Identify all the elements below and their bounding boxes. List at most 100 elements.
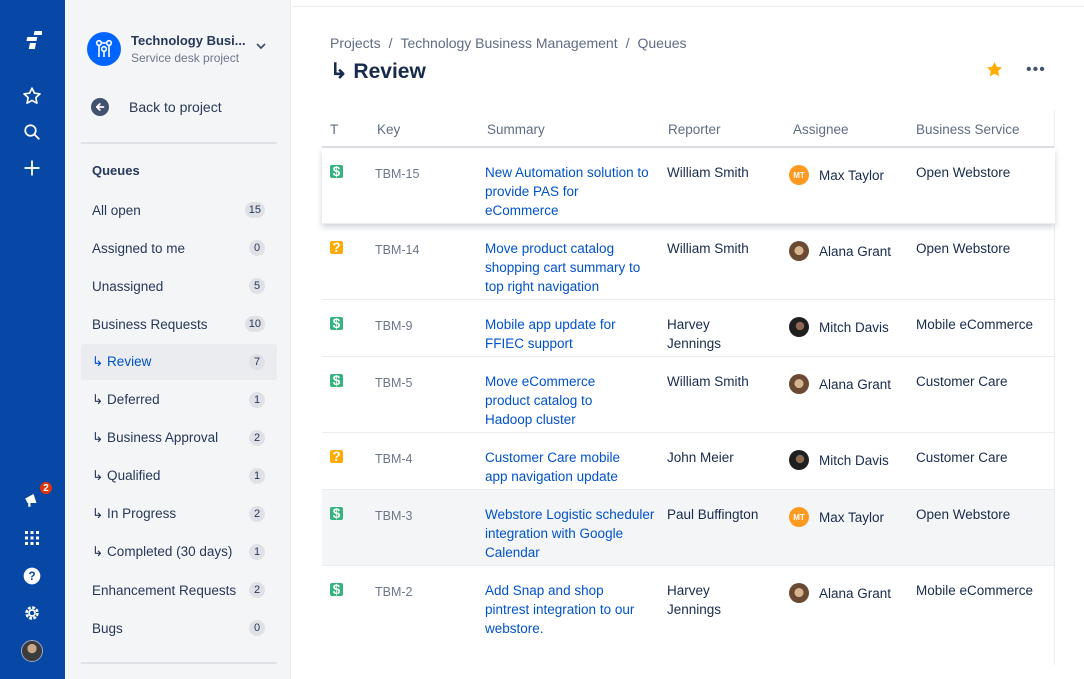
queue-count-badge: 0 (249, 240, 265, 256)
table-row[interactable]: ? TBM-4 Customer Care mobile app navigat… (322, 433, 1055, 490)
queue-item-assigned-to-me[interactable]: Assigned to me 0 (81, 230, 277, 266)
queue-label: ↳ Deferred (92, 392, 160, 407)
type-idea-icon: ? (330, 449, 343, 464)
issue-assignee[interactable]: Mitch Davis (789, 317, 889, 337)
issue-summary-link[interactable]: New Automation solution to provide PAS f… (485, 163, 655, 220)
business-service: Customer Care (916, 450, 1008, 465)
column-header-business-service[interactable]: Business Service (916, 122, 1020, 137)
breadcrumb-projects[interactable]: Projects (330, 35, 381, 51)
issue-assignee[interactable]: Alana Grant (789, 583, 891, 603)
queue-count-badge: 0 (249, 620, 265, 636)
table-row[interactable]: $ TBM-3 Webstore Logistic scheduler inte… (322, 490, 1055, 566)
issue-assignee[interactable]: Alana Grant (789, 374, 891, 394)
issue-key[interactable]: TBM-15 (375, 165, 419, 184)
issue-reporter: Harvey Jennings (667, 317, 722, 351)
issue-reporter: William Smith (667, 241, 749, 256)
assignee-avatar (789, 583, 809, 603)
more-actions-button[interactable]: ••• (1026, 62, 1046, 78)
assignee-name: Max Taylor (819, 167, 885, 183)
table-row[interactable]: $ TBM-15 New Automation solution to prov… (322, 148, 1055, 224)
queue-label: Unassigned (92, 278, 164, 294)
assignee-avatar: MT (789, 165, 809, 185)
favorite-star-icon[interactable] (985, 60, 1004, 79)
assignee-avatar (789, 450, 809, 470)
queue-count-badge: 1 (249, 468, 265, 484)
table-header: T Key Summary Reporter Assignee Business… (322, 110, 1055, 148)
table-row[interactable]: $ TBM-5 Move eCommerce product catalog t… (322, 357, 1055, 433)
help-icon[interactable]: ? (20, 564, 44, 588)
queue-count-badge: 1 (249, 392, 265, 408)
svg-text:?: ? (28, 570, 35, 583)
jira-logo-icon[interactable] (20, 28, 44, 52)
app-switcher-icon[interactable] (20, 526, 44, 550)
type-service-request-icon: $ (330, 164, 343, 179)
issue-assignee[interactable]: Mitch Davis (789, 450, 889, 470)
breadcrumb-project[interactable]: Technology Business Management (400, 35, 617, 51)
issue-assignee[interactable]: MT Max Taylor (789, 165, 884, 185)
table-row[interactable]: ? TBM-14 Move product catalog shopping c… (322, 224, 1055, 300)
assignee-name: Mitch Davis (819, 319, 889, 335)
column-header-reporter[interactable]: Reporter (668, 122, 721, 137)
queue-item-enhancement-requests[interactable]: Enhancement Requests 2 (81, 572, 277, 608)
breadcrumb-separator: / (388, 35, 393, 51)
search-icon[interactable] (20, 120, 44, 144)
sidebar-divider (81, 662, 277, 664)
queue-item-deferred[interactable]: ↳ Deferred 1 (81, 382, 277, 418)
breadcrumb-queues[interactable]: Queues (638, 35, 687, 51)
queue-label: ↳ Completed (30 days) (92, 544, 233, 559)
type-service-request-icon: $ (330, 373, 343, 388)
table-row[interactable]: $ TBM-9 Mobile app update for FFIEC supp… (322, 300, 1055, 357)
issue-summary-link[interactable]: Add Snap and shop pintrest integration t… (485, 581, 650, 638)
business-service: Open Webstore (916, 507, 1011, 522)
queue-label: Assigned to me (92, 240, 186, 256)
queue-item-all-open[interactable]: All open 15 (81, 192, 277, 228)
queue-count-badge: 5 (249, 278, 265, 294)
queue-item-business-requests[interactable]: Business Requests 10 (81, 306, 277, 342)
back-to-project-link[interactable]: Back to project (91, 94, 222, 120)
queue-item-bugs[interactable]: Bugs 0 (81, 610, 277, 646)
queue-item-completed[interactable]: ↳ Completed (30 days) 1 (81, 534, 277, 570)
queue-item-in-progress[interactable]: ↳ In Progress 2 (81, 496, 277, 532)
queue-item-business-approval[interactable]: ↳ Business Approval 2 (81, 420, 277, 456)
issue-summary-link[interactable]: Move eCommerce product catalog to Hadoop… (485, 372, 625, 429)
issue-summary-link[interactable]: Webstore Logistic scheduler integration … (485, 505, 655, 562)
queue-item-unassigned[interactable]: Unassigned 5 (81, 268, 277, 304)
breadcrumb-separator: / (625, 35, 630, 51)
issue-summary-link[interactable]: Customer Care mobile app navigation upda… (485, 448, 645, 486)
project-switcher[interactable]: Technology Busi... Service desk project (85, 28, 275, 70)
column-header-type[interactable]: T (330, 122, 338, 137)
user-avatar[interactable] (21, 640, 43, 662)
issue-key[interactable]: TBM-4 (375, 450, 413, 469)
column-header-assignee[interactable]: Assignee (793, 122, 849, 137)
assignee-name: Alana Grant (819, 243, 892, 259)
issue-key[interactable]: TBM-9 (375, 317, 413, 336)
issue-summary-link[interactable]: Move product catalog shopping cart summa… (485, 239, 655, 296)
column-header-key[interactable]: Key (377, 122, 400, 137)
column-header-summary[interactable]: Summary (487, 122, 545, 137)
create-plus-icon[interactable] (20, 156, 44, 180)
type-idea-icon: ? (330, 240, 343, 255)
settings-gear-icon[interactable] (20, 601, 44, 625)
issue-key[interactable]: TBM-5 (375, 374, 413, 393)
queues-heading: Queues (92, 163, 140, 178)
issue-key[interactable]: TBM-3 (375, 507, 413, 526)
queue-count-badge: 2 (249, 430, 265, 446)
issue-assignee[interactable]: MT Max Taylor (789, 507, 884, 527)
queue-count-badge: 15 (244, 202, 265, 218)
star-outline-icon[interactable] (20, 84, 44, 108)
issue-assignee[interactable]: Alana Grant (789, 241, 891, 261)
queue-item-review[interactable]: ↳ Review 7 (81, 344, 277, 380)
table-row[interactable]: $ TBM-2 Add Snap and shop pintrest integ… (322, 566, 1055, 642)
queue-item-qualified[interactable]: ↳ Qualified 1 (81, 458, 277, 494)
issues-table: T Key Summary Reporter Assignee Business… (322, 110, 1055, 642)
assignee-avatar (789, 241, 809, 261)
issue-key[interactable]: TBM-2 (375, 583, 413, 602)
issue-key[interactable]: TBM-14 (375, 241, 419, 260)
back-to-project-label: Back to project (129, 99, 222, 115)
queue-label: Bugs (92, 620, 123, 636)
issue-summary-link[interactable]: Mobile app update for FFIEC support (485, 315, 655, 353)
business-service: Mobile eCommerce (916, 583, 1034, 598)
type-service-request-icon: $ (330, 582, 343, 597)
project-name: Technology Busi... (131, 33, 246, 48)
type-service-request-icon: $ (330, 316, 343, 331)
